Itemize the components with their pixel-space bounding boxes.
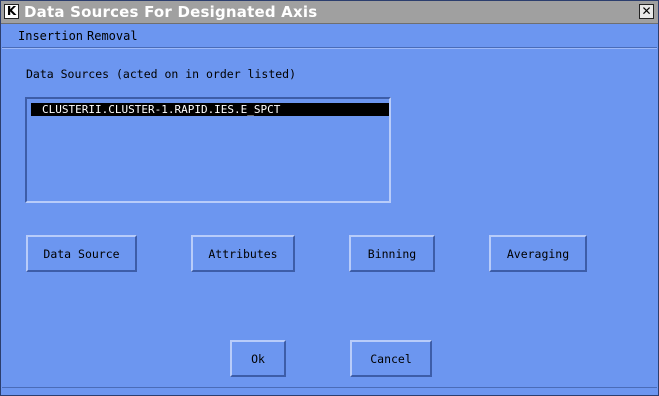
- binning-button[interactable]: Binning: [349, 235, 435, 272]
- ok-button[interactable]: Ok: [230, 340, 286, 377]
- window-title: Data Sources For Designated Axis: [24, 3, 318, 21]
- bottom-divider: [2, 387, 657, 388]
- menu-removal[interactable]: Removal: [87, 29, 138, 43]
- list-item-selected[interactable]: CLUSTERII.CLUSTER-1.RAPID.IES.E_SPCT: [31, 103, 389, 116]
- cancel-button[interactable]: Cancel: [350, 340, 432, 377]
- menu-insertion[interactable]: Insertion: [18, 29, 83, 43]
- data-sources-label: Data Sources (acted on in order listed): [26, 67, 297, 81]
- averaging-button[interactable]: Averaging: [489, 235, 587, 272]
- attributes-button[interactable]: Attributes: [191, 235, 295, 272]
- title-bar[interactable]: K Data Sources For Designated Axis ✕: [1, 1, 658, 24]
- data-source-button[interactable]: Data Source: [26, 235, 137, 272]
- dialog-window: K Data Sources For Designated Axis ✕ Ins…: [0, 0, 659, 396]
- menu-bar: Insertion Removal: [2, 24, 657, 48]
- close-icon[interactable]: ✕: [639, 4, 654, 19]
- data-sources-list[interactable]: CLUSTERII.CLUSTER-1.RAPID.IES.E_SPCT: [25, 97, 391, 203]
- app-k-icon[interactable]: K: [4, 4, 19, 19]
